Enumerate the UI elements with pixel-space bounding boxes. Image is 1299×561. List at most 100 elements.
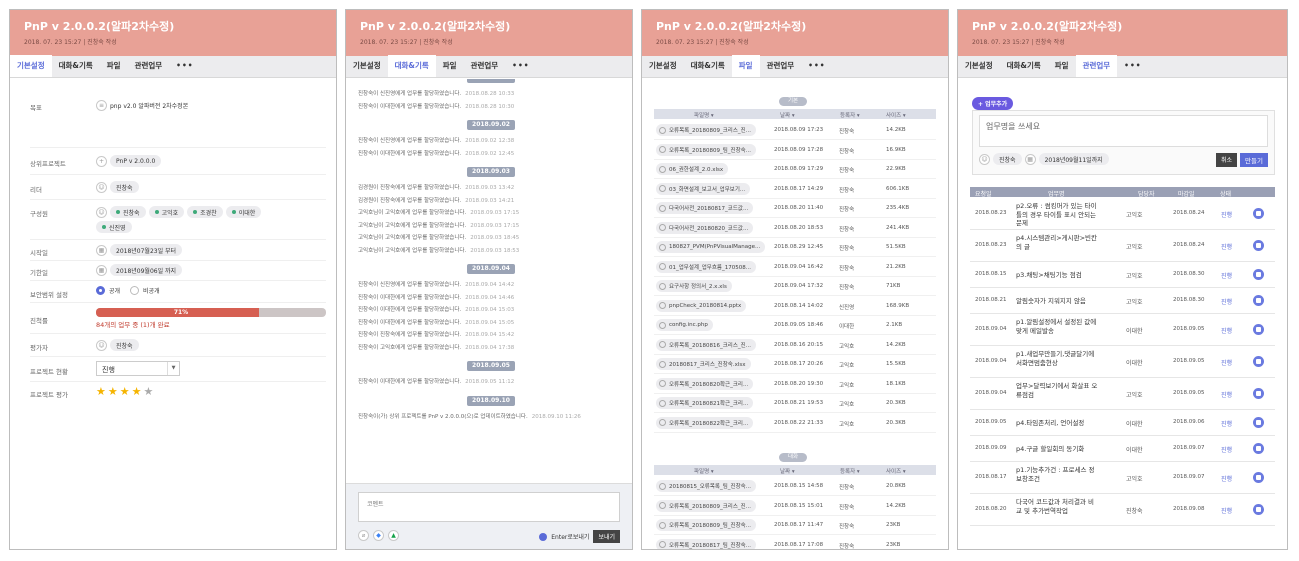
dropbox-icon[interactable]: ◆ — [373, 530, 384, 541]
file-name-pill[interactable]: 오류목록_20180809_크리스_진... — [656, 124, 756, 136]
paperclip-icon[interactable]: ⌀ — [358, 530, 369, 541]
tab-more[interactable]: ••• — [169, 55, 200, 77]
tab-files[interactable]: 파일 — [1048, 55, 1076, 77]
file-row[interactable]: 180827_PVM(PnPVisualManage... 2018.08.29 … — [654, 238, 936, 257]
file-name-pill[interactable]: 20180817_크리스_진창숙.xlsx — [656, 358, 751, 370]
task-row[interactable]: 2018.08.17 p1.기능추가건 : 프로세스 정보창조건 고익호 2018.0… — [970, 462, 1275, 494]
tab-files[interactable]: 파일 — [100, 55, 128, 77]
file-row[interactable]: pnpCheck_20180814.pptx 2018.08.14 14:02 신진… — [654, 297, 936, 316]
file-name-pill[interactable]: 다국어사전_20180817_코드값... — [656, 202, 754, 214]
file-row[interactable]: 오류목록_20180821확근_크리... 2018.08.21 19:53 고익호… — [654, 394, 936, 413]
file-row[interactable]: 20180817_크리스_진창숙.xlsx 2018.08.17 20:26 고익호… — [654, 355, 936, 374]
file-name-pill[interactable]: 20180815_오류목록_팀_진창숙... — [656, 480, 756, 492]
file-row[interactable]: 오류목록_20180817_팀_진창숙... 2018.08.17 17:08 진창… — [654, 536, 936, 549]
file-name-pill[interactable]: 오류목록_20180809_팀_진창숙... — [656, 519, 756, 531]
task-name[interactable]: p1.새업무만들기,댓글달기에서화면멈춤현상 — [1016, 350, 1098, 367]
column-header[interactable]: 사이즈 ▾ — [886, 467, 906, 475]
member-pill[interactable]: 조경찬 — [187, 206, 223, 218]
delete-icon[interactable] — [1253, 324, 1264, 335]
radio-public[interactable] — [96, 286, 105, 295]
star-filled-icon[interactable]: ★ — [96, 385, 106, 398]
member-pill[interactable]: 진창숙 — [110, 206, 146, 218]
delete-icon[interactable] — [1253, 417, 1264, 428]
file-row[interactable]: 오류목록_20180809_팀_진창숙... 2018.08.09 17:28 진창… — [654, 141, 936, 160]
tab-more[interactable]: ••• — [1117, 55, 1148, 77]
tab-related[interactable]: 관련업무 — [1075, 55, 1118, 77]
column-header[interactable]: 상태 — [1220, 189, 1231, 198]
radio-private[interactable] — [130, 286, 140, 295]
file-name-pill[interactable]: 요구사항 정의서_2.x.xls — [656, 280, 732, 292]
tab-files[interactable]: 파일 — [436, 55, 464, 77]
check-icon[interactable] — [539, 532, 548, 541]
column-header[interactable]: 마감일 — [1178, 189, 1195, 198]
task-name[interactable]: p2.오류 : 썸킹머가 있는 타이틀의 경우 타이틀 표시 안되는 문제 — [1016, 202, 1098, 228]
file-row[interactable]: config.inc.php 2018.09.05 18:46 이대한 2.1KB — [654, 316, 936, 335]
delete-icon[interactable] — [1253, 295, 1264, 306]
file-name-pill[interactable]: 오류목록_20180816_크리스_진... — [656, 338, 756, 351]
file-row[interactable]: 오류목록_20180816_크리스_진... 2018.08.16 20:15 고익… — [654, 336, 936, 355]
column-header[interactable]: 등록자 ▾ — [840, 111, 860, 119]
task-row[interactable]: 2018.09.04 업무>달력보기에서 화살표 오류점검 고익호 2018.09.0… — [970, 378, 1275, 410]
task-name[interactable]: p3.채팅>채팅기능 점검 — [1016, 271, 1098, 280]
file-name-pill[interactable]: 오류목록_20180809_크리스_진... — [656, 499, 756, 512]
file-name-pill[interactable]: config.inc.php — [656, 319, 713, 331]
file-row[interactable]: 오류목록_20180809_크리스_진... 2018.08.15 15:01 진창… — [654, 497, 936, 516]
task-row[interactable]: 2018.08.23 p4.시스템관리>게시판>빈칸의 글 고익호 2018.08.2… — [970, 230, 1275, 262]
delete-icon[interactable] — [1253, 504, 1264, 515]
member-pill[interactable]: 신진영 — [96, 221, 132, 233]
task-row[interactable]: 2018.09.05 p4.타임존처리, 언어설정 이대한 2018.09.06 진행 — [970, 410, 1275, 436]
task-name[interactable]: 알림숫자가 지워지지 않음 — [1016, 297, 1098, 306]
file-name-pill[interactable]: 오류목록_20180821확근_크리... — [656, 397, 754, 409]
create-button[interactable]: 만들기 — [1240, 153, 1268, 167]
tab-chat[interactable]: 대화&기록 — [1000, 55, 1048, 77]
file-name-pill[interactable]: 다국어사전_20180820_코드값... — [656, 221, 754, 234]
file-name-pill[interactable]: 01_업무설계_업무흐름_170508... — [656, 260, 756, 273]
rating-stars[interactable]: ★ ★ ★ ★ ★ — [96, 385, 153, 398]
task-name-input[interactable]: 업무명을 쓰세요 — [979, 115, 1268, 147]
tab-basic[interactable]: 기본설정 — [642, 55, 684, 77]
file-name-pill[interactable]: 오류목록_20180820확근_크리... — [656, 377, 754, 390]
task-name[interactable]: 다국어 코드값과 처리결과 비교 및 추가번역작업 — [1016, 498, 1098, 515]
file-row[interactable]: 오류목록_20180820확근_크리... 2018.08.20 19:30 고익호… — [654, 375, 936, 394]
task-name[interactable]: p4.구글 할일회의 동기화 — [1016, 445, 1098, 454]
file-row[interactable]: 다국어사전_20180820_코드값... 2018.08.20 18:53 진창숙… — [654, 219, 936, 238]
file-row[interactable]: 오류목록_20180809_팀_진창숙... 2018.08.17 11:47 진창… — [654, 516, 936, 535]
task-row[interactable]: 2018.09.09 p4.구글 할일회의 동기화 이대한 2018.09.07 진행 — [970, 436, 1275, 462]
file-name-pill[interactable]: pnpCheck_20180814.pptx — [656, 299, 747, 312]
column-header[interactable]: 파일명 ▾ — [694, 467, 714, 475]
file-row[interactable]: 다국어사전_20180817_코드값... 2018.08.20 11:40 진창숙… — [654, 199, 936, 218]
file-row[interactable]: 20180815_오류목록_팀_진창숙... 2018.08.15 14:58 진창… — [654, 477, 936, 496]
tab-related[interactable]: 관련업무 — [760, 55, 802, 77]
delete-icon[interactable] — [1253, 472, 1264, 483]
reviewer-pill[interactable]: 진창숙 — [110, 339, 139, 351]
star-empty-icon[interactable]: ★ — [144, 385, 154, 398]
delete-icon[interactable] — [1253, 208, 1264, 219]
task-row[interactable]: 2018.09.04 p1.새업무만들기,댓글달기에서화면멈춤현상 이대한 2018.… — [970, 346, 1275, 378]
file-name-pill[interactable]: 오류목록_20180809_팀_진창숙... — [656, 143, 756, 156]
plus-icon[interactable]: + — [96, 155, 107, 167]
delete-icon[interactable] — [1253, 356, 1264, 367]
column-header[interactable]: 파일명 ▾ — [694, 111, 714, 119]
tab-chat[interactable]: 대화&기록 — [387, 55, 436, 77]
file-name-pill[interactable]: 오류목록_20180822확근_크리... — [656, 416, 754, 429]
task-row[interactable]: 2018.09.04 p1.알림설정에서 설정된 값에 맞게 메일발송 이대한 201… — [970, 314, 1275, 346]
column-header[interactable]: 등록자 ▾ — [840, 467, 860, 475]
google-drive-icon[interactable]: ▲ — [388, 530, 399, 541]
tab-basic[interactable]: 기본설정 — [958, 55, 1000, 77]
tab-chat[interactable]: 대화&기록 — [52, 55, 100, 77]
task-row[interactable]: 2018.08.15 p3.채팅>채팅기능 점검 고익호 2018.08.30 진행 — [970, 262, 1275, 288]
add-task-button[interactable]: + 업무추가 — [972, 97, 1014, 110]
task-row[interactable]: 2018.08.21 알림숫자가 지워지지 않음 고익호 2018.08.30 진행 — [970, 288, 1275, 314]
task-name[interactable]: p1.기능추가건 : 프로세스 정보창조건 — [1016, 466, 1098, 483]
tab-related[interactable]: 관련업무 — [128, 55, 170, 77]
goal-value[interactable]: pnp v2.0 알파버전 2차수정본 — [110, 101, 188, 110]
column-header[interactable]: 사이즈 ▾ — [886, 111, 906, 119]
column-header[interactable]: 날짜 ▾ — [780, 467, 795, 475]
task-row[interactable]: 2018.08.23 p2.오류 : 썸킹머가 있는 타이틀의 경우 타이틀 표시… — [970, 198, 1275, 230]
file-name-pill[interactable]: 오류목록_20180817_팀_진창숙... — [656, 538, 756, 549]
enter-send-label[interactable]: Enter로보내기 — [551, 532, 589, 541]
delete-icon[interactable] — [1253, 240, 1264, 251]
tab-basic[interactable]: 기본설정 — [346, 55, 388, 77]
column-header[interactable]: 담당자 — [1138, 189, 1155, 198]
tab-files[interactable]: 파일 — [731, 55, 760, 77]
